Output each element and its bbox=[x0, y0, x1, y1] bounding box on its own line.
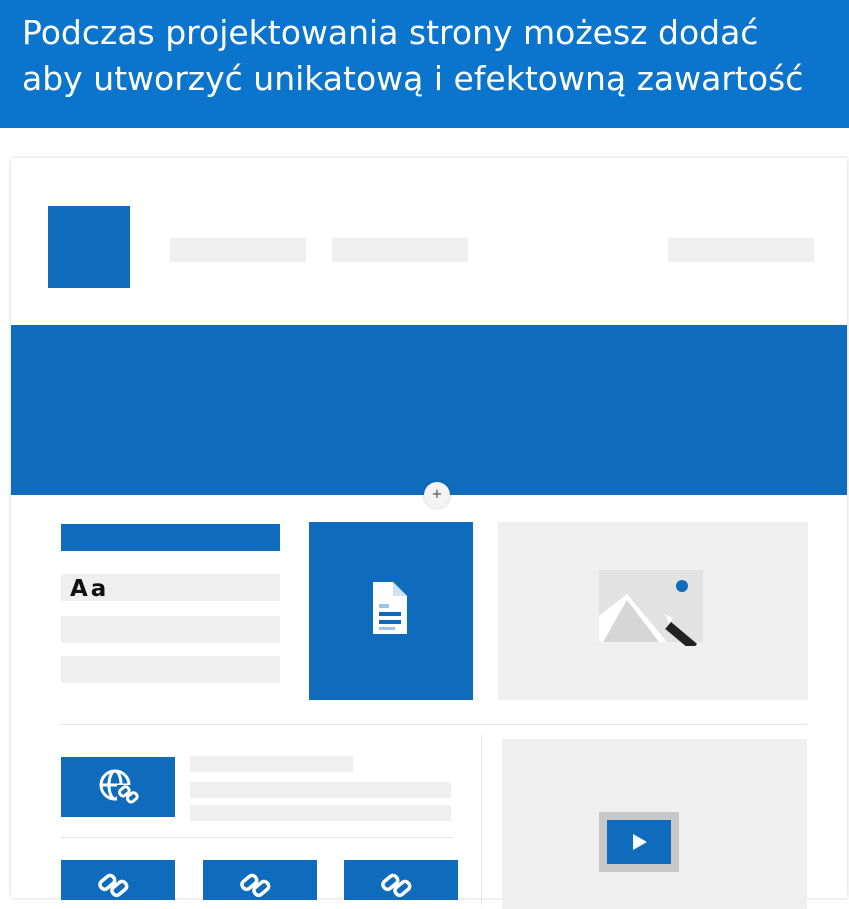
hero-banner-placeholder bbox=[11, 325, 847, 495]
quick-link-tile bbox=[344, 860, 458, 900]
column-divider bbox=[481, 735, 482, 905]
document-icon bbox=[373, 582, 407, 634]
intro-banner: Podczas projektowania strony możesz doda… bbox=[0, 0, 849, 128]
text-webpart-line-placeholder bbox=[61, 616, 280, 643]
link-icon bbox=[381, 873, 412, 898]
image-icon bbox=[599, 570, 703, 646]
video-screen bbox=[607, 820, 671, 864]
link-icon bbox=[240, 873, 271, 898]
document-webpart-tile bbox=[309, 522, 473, 700]
quick-link-tile bbox=[203, 860, 317, 900]
link-text-placeholder bbox=[190, 805, 451, 821]
play-icon bbox=[633, 834, 647, 850]
page-layout-preview: + Aa bbox=[11, 158, 847, 909]
section-divider bbox=[61, 837, 453, 838]
text-webpart-sample: Aa bbox=[70, 576, 110, 602]
nav-link-placeholder bbox=[332, 238, 468, 262]
video-frame bbox=[599, 812, 679, 872]
link-text-placeholder bbox=[190, 756, 353, 772]
link-text-placeholder bbox=[190, 782, 451, 798]
link-icon bbox=[98, 873, 129, 898]
nav-link-placeholder bbox=[170, 238, 306, 262]
text-webpart-line-placeholder bbox=[61, 656, 280, 683]
globe-link-icon bbox=[99, 769, 139, 804]
add-section-button[interactable]: + bbox=[424, 482, 450, 508]
quick-link-tile bbox=[61, 860, 175, 900]
banner-text-line-1: Podczas projektowania strony możesz doda… bbox=[22, 13, 759, 52]
text-webpart-heading-placeholder bbox=[61, 524, 280, 551]
nav-link-placeholder bbox=[668, 238, 814, 262]
image-webpart-tile bbox=[498, 522, 808, 700]
site-logo-placeholder bbox=[48, 206, 130, 288]
link-webpart-tile bbox=[61, 757, 175, 817]
section-divider bbox=[61, 724, 807, 725]
banner-text-line-2: aby utworzyć unikatową i efektowną zawar… bbox=[22, 59, 804, 98]
video-webpart-tile bbox=[502, 739, 807, 909]
